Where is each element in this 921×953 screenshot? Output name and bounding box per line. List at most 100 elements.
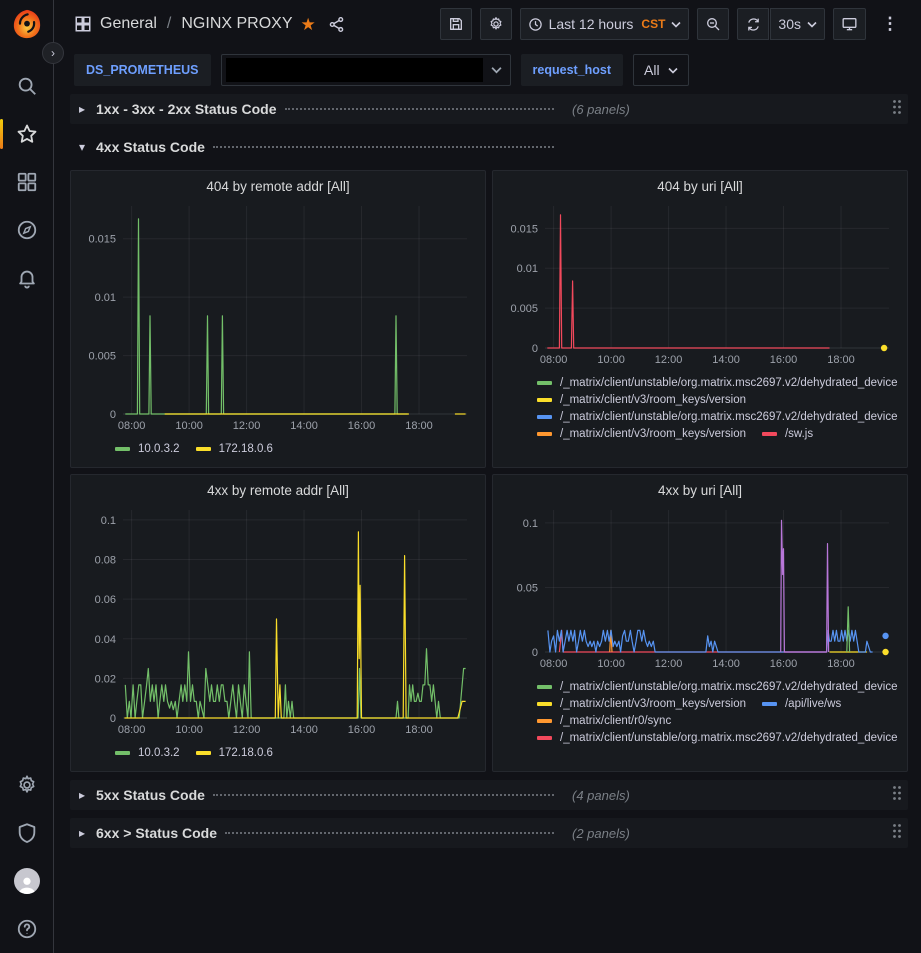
sidebar-item-explore[interactable] — [7, 210, 47, 250]
panel-legend: 10.0.3.2 172.18.0.6 — [79, 745, 477, 759]
legend-swatch — [196, 751, 211, 755]
panel-legend: /_matrix/client/unstable/org.matrix.msc2… — [501, 375, 899, 440]
row-panel-count: (2 panels) — [572, 826, 630, 841]
apps-grid-icon[interactable] — [74, 15, 92, 33]
refresh-interval-dropdown[interactable]: 30s — [770, 8, 825, 40]
save-dashboard-button[interactable] — [440, 8, 472, 40]
chevron-right-icon: ▸ — [74, 102, 90, 116]
svg-text:0: 0 — [110, 713, 116, 725]
breadcrumb-section[interactable]: General — [100, 15, 157, 33]
chart-canvas[interactable]: 00.020.040.060.080.108:0010:0012:0014:00… — [79, 500, 477, 745]
legend-label: /_matrix/client/v3/room_keys/version — [560, 698, 746, 710]
panel-title[interactable]: 4xx by uri [All] — [501, 480, 899, 500]
row-title[interactable]: 5xx Status Code — [96, 787, 205, 803]
chart-canvas[interactable]: 00.0050.010.01508:0010:0012:0014:0016:00… — [501, 196, 899, 375]
svg-text:0.015: 0.015 — [510, 223, 538, 235]
sidebar-item-help[interactable] — [7, 909, 47, 949]
svg-text:16:00: 16:00 — [348, 420, 376, 432]
legend-item[interactable]: /_matrix/client/unstable/org.matrix.msc2… — [537, 732, 897, 744]
svg-text:18:00: 18:00 — [827, 658, 855, 670]
svg-text:16:00: 16:00 — [770, 658, 798, 670]
legend-swatch — [196, 447, 211, 451]
row-title[interactable]: 1xx - 3xx - 2xx Status Code — [96, 101, 277, 117]
legend-item[interactable]: /_matrix/client/v3/room_keys/version — [537, 698, 746, 710]
sidebar-item-starred[interactable] — [7, 114, 47, 154]
dashboard-toolbar: Last 12 hours CST — [440, 8, 906, 40]
row-drag-handle[interactable] — [892, 99, 902, 120]
sidebar-item-alerting[interactable] — [7, 258, 47, 298]
favorite-star-icon[interactable]: ★ — [301, 16, 316, 33]
sidebar-item-server-admin[interactable] — [7, 813, 47, 853]
sidebar-item-configuration[interactable] — [7, 765, 47, 805]
row-1xx-3xx-2xx[interactable]: ▸ 1xx - 3xx - 2xx Status Code (6 panels) — [70, 94, 908, 124]
request-host-variable-picker[interactable]: All — [633, 54, 689, 86]
grafana-logo-icon[interactable] — [11, 8, 43, 40]
sidebar-item-profile[interactable] — [7, 861, 47, 901]
row-drag-handle[interactable] — [892, 785, 902, 806]
datasource-variable-picker[interactable] — [221, 54, 511, 86]
row-6xx[interactable]: ▸ 6xx > Status Code (2 panels) — [70, 818, 908, 848]
row-panel-count: (6 panels) — [572, 102, 630, 117]
legend-item[interactable]: 10.0.3.2 — [115, 443, 180, 455]
legend-item[interactable]: /_matrix/client/unstable/org.matrix.msc2… — [537, 377, 897, 389]
legend-item[interactable]: /_matrix/client/unstable/org.matrix.msc2… — [537, 681, 897, 693]
chart-canvas[interactable]: 00.050.108:0010:0012:0014:0016:0018:00 — [501, 500, 899, 679]
svg-text:08:00: 08:00 — [540, 354, 568, 366]
dashboard-submenu: DS_PROMETHEUS request_host All — [54, 48, 921, 92]
clock-icon — [528, 17, 543, 32]
panel-404-by-remote-addr: 404 by remote addr [All]00.0050.010.0150… — [70, 170, 486, 468]
time-range-picker[interactable]: Last 12 hours CST — [520, 8, 690, 40]
chart-canvas[interactable]: 00.0050.010.01508:0010:0012:0014:0016:00… — [79, 196, 477, 441]
legend-item[interactable]: /_matrix/client/unstable/org.matrix.msc2… — [537, 411, 897, 423]
refresh-button[interactable] — [737, 8, 769, 40]
row-4xx[interactable]: ▾ 4xx Status Code — [70, 132, 908, 162]
sidebar-item-search[interactable] — [7, 66, 47, 106]
legend-swatch — [537, 685, 552, 689]
breadcrumb: General / NGINX PROXY ★ — [74, 15, 345, 33]
cycle-view-mode-button[interactable] — [833, 8, 866, 40]
panel-legend: /_matrix/client/unstable/org.matrix.msc2… — [501, 679, 899, 744]
svg-text:10:00: 10:00 — [175, 420, 203, 432]
shield-icon — [16, 822, 38, 844]
row-title[interactable]: 4xx Status Code — [96, 139, 205, 155]
legend-item[interactable]: /_matrix/client/v3/room_keys/version — [537, 428, 746, 440]
dashboard-scroll-area[interactable]: ▸ 1xx - 3xx - 2xx Status Code (6 panels)… — [54, 92, 921, 953]
zoom-out-time-button[interactable] — [697, 8, 729, 40]
breadcrumb-dashboard-title: NGINX PROXY — [181, 15, 292, 33]
time-range-label: Last 12 hours — [549, 16, 634, 32]
star-outline-icon — [15, 122, 39, 146]
panel-404-by-uri: 404 by uri [All]00.0050.010.01508:0010:0… — [492, 170, 908, 468]
panel-title[interactable]: 404 by uri [All] — [501, 176, 899, 196]
legend-item[interactable]: 172.18.0.6 — [196, 443, 273, 455]
legend-item[interactable]: 172.18.0.6 — [196, 747, 273, 759]
legend-item[interactable]: 10.0.3.2 — [115, 747, 180, 759]
legend-label: /_matrix/client/v3/room_keys/version — [560, 394, 746, 406]
svg-text:10:00: 10:00 — [175, 724, 203, 736]
panel-title[interactable]: 4xx by remote addr [All] — [79, 480, 477, 500]
sidebar-item-dashboards[interactable] — [7, 162, 47, 202]
legend-swatch — [537, 432, 552, 436]
svg-text:0.1: 0.1 — [101, 515, 116, 527]
legend-label: /_matrix/client/r0/sync — [560, 715, 671, 727]
row-5xx[interactable]: ▸ 5xx Status Code (4 panels) — [70, 780, 908, 810]
dashboard-settings-button[interactable] — [480, 8, 512, 40]
timezone-label: CST — [641, 17, 665, 31]
svg-text:10:00: 10:00 — [597, 658, 625, 670]
legend-item[interactable]: /_matrix/client/v3/room_keys/version — [537, 394, 746, 406]
datasource-variable-label[interactable]: DS_PROMETHEUS — [74, 54, 211, 86]
legend-swatch — [115, 751, 130, 755]
sidebar-expand-button[interactable]: › — [42, 42, 64, 64]
row-drag-handle[interactable] — [892, 823, 902, 844]
svg-text:0.05: 0.05 — [517, 582, 538, 594]
legend-item[interactable]: /_matrix/client/r0/sync — [537, 715, 671, 727]
legend-item[interactable]: /sw.js — [762, 428, 813, 440]
row-title[interactable]: 6xx > Status Code — [96, 825, 217, 841]
chevron-right-icon: ▸ — [74, 826, 90, 840]
request-host-variable-label[interactable]: request_host — [521, 54, 624, 86]
legend-item[interactable]: /api/live/ws — [762, 698, 841, 710]
panel-title[interactable]: 404 by remote addr [All] — [79, 176, 477, 196]
more-options-kebab[interactable]: ⋮ — [874, 8, 906, 40]
legend-swatch — [537, 415, 552, 419]
legend-label: /api/live/ws — [785, 698, 841, 710]
share-icon[interactable] — [328, 16, 345, 33]
